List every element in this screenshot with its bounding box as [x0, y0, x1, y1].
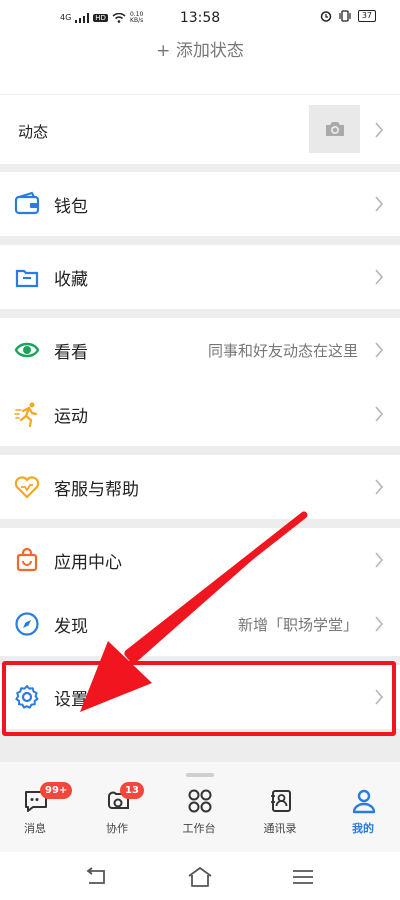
recents-icon[interactable]	[290, 866, 316, 888]
collab-badge: 13	[120, 782, 144, 799]
menu-item-discover[interactable]: 发现 新增「职场学堂」	[0, 592, 400, 656]
highlight-box	[2, 661, 396, 736]
tab-label-workbench: 工作台	[182, 822, 216, 835]
chevron-right-icon	[375, 342, 384, 358]
tab-label-messages: 消息	[24, 822, 46, 835]
tab-label-collab: 协作	[106, 822, 128, 835]
menu-item-wallet[interactable]: 钱包	[0, 172, 400, 236]
menu-label-favorites: 收藏	[54, 269, 88, 290]
compass-icon	[15, 612, 39, 636]
menu-label-app-center: 应用中心	[54, 552, 122, 573]
tab-me[interactable]: 我的	[328, 788, 398, 838]
menu-label-discover: 发现	[54, 616, 88, 637]
tab-contacts[interactable]: 通讯录	[245, 788, 315, 838]
menu-label-sports: 运动	[54, 406, 88, 427]
chevron-right-icon	[375, 552, 384, 568]
vibrate-icon	[339, 10, 351, 22]
chevron-right-icon	[375, 196, 384, 212]
chevron-right-icon	[375, 479, 384, 495]
back-icon[interactable]	[84, 866, 110, 888]
tab-label-contacts: 通讯录	[263, 822, 297, 835]
alarm-icon	[320, 11, 332, 22]
chevron-right-icon	[375, 406, 384, 422]
chevron-right-icon	[375, 122, 384, 138]
wallet-icon	[14, 191, 40, 215]
drag-handle[interactable]	[186, 773, 214, 777]
menu-item-app-center[interactable]: 应用中心	[0, 528, 400, 592]
menu-label-support: 客服与帮助	[54, 479, 139, 500]
menu-item-favorites[interactable]: 收藏	[0, 245, 400, 309]
menu-item-support[interactable]: 客服与帮助	[0, 455, 400, 519]
moments-thumbnail	[309, 105, 360, 153]
grid-icon	[188, 789, 212, 813]
menu-label-kankan: 看看	[54, 342, 88, 363]
contacts-book-icon	[271, 790, 291, 812]
moments-row[interactable]: 动态	[0, 94, 400, 164]
menu-item-kankan[interactable]: 看看 同事和好友动态在这里	[0, 318, 400, 382]
kankan-hint: 同事和好友动态在这里	[207, 341, 358, 360]
eye-icon	[14, 342, 40, 358]
messages-badge: 99+	[40, 782, 73, 799]
heart-help-icon	[14, 476, 40, 499]
menu-item-sports[interactable]: 运动	[0, 382, 400, 446]
chevron-right-icon	[375, 269, 384, 285]
tab-label-me: 我的	[352, 822, 374, 835]
tab-messages[interactable]: 99+ 消息	[0, 782, 73, 838]
chevron-right-icon	[375, 616, 384, 632]
user-icon	[352, 789, 376, 814]
system-nav-bar	[0, 852, 400, 900]
status-right: 37	[320, 10, 376, 22]
battery-level: 37	[357, 10, 376, 22]
camera-icon	[325, 122, 344, 136]
menu-label-wallet: 钱包	[54, 196, 88, 217]
moments-label: 动态	[18, 123, 49, 141]
running-icon	[14, 402, 38, 427]
tab-collab[interactable]: 13 协作	[82, 782, 152, 838]
discover-hint: 新增「职场学堂」	[237, 615, 358, 634]
home-icon[interactable]	[187, 866, 213, 888]
shopping-bag-icon	[16, 547, 38, 572]
status-bar: 4G HD 0.10 KB/s 13:58 37	[0, 0, 400, 36]
add-status-label: + 添加状态	[156, 41, 244, 61]
folder-icon	[15, 269, 39, 288]
add-status-button[interactable]: + 添加状态	[0, 36, 400, 94]
tab-workbench[interactable]: 工作台	[164, 788, 234, 838]
